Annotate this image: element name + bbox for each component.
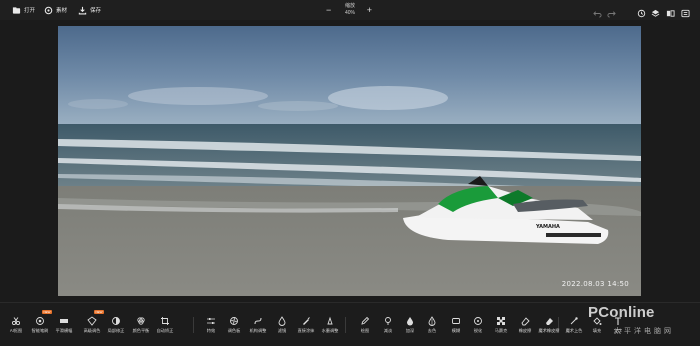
tool-label: 自动矫正 [156,328,174,333]
tool-label: 绘图 [360,328,370,333]
contrast-icon [111,313,121,325]
tool-crop[interactable]: 自动矫正 [151,313,179,341]
tool-label: 模糊 [451,328,461,333]
zoom-out-button[interactable]: − [326,4,331,16]
tool-label: 加深 [405,328,415,333]
history-icon[interactable] [637,5,646,18]
material-button[interactable]: 素材 [44,4,67,16]
ink-icon [325,313,335,325]
folder-icon [12,6,21,14]
redo-icon[interactable] [607,5,616,18]
zoom-control: − 缩放 40% + [322,1,378,19]
scissors-icon [11,313,21,326]
tool-label: 机构调整 [249,328,267,333]
dodge-icon [383,313,393,325]
download-icon [78,6,87,14]
tool-label: 减淡 [383,328,393,333]
material-label: 素材 [56,8,68,14]
material-icon [44,6,53,14]
tool-label: 马赛克 [494,328,508,333]
tool-label: 局部修正 [107,328,125,333]
mosaic-icon [496,313,506,325]
save-button[interactable]: 保存 [78,4,101,16]
tool-label: 直接涂抹 [297,328,315,333]
smudge-icon [301,313,311,325]
save-label: 保存 [90,8,102,14]
zoom-in-button[interactable]: + [367,4,372,16]
zoom-label: 缩放 [344,3,355,9]
tool-label: 调色板 [227,328,241,333]
drop-icon [277,313,287,326]
desaturate-icon [427,313,437,326]
open-label: 打开 [24,8,36,14]
tool-label: 特效 [206,328,216,333]
sliders-icon [206,313,216,324]
burn-icon [405,313,415,326]
toolbar-divider [193,317,194,333]
pencil-icon [360,313,370,325]
jetski-brand-text: YAMAHA [535,224,560,230]
banner-icon [59,313,69,323]
crop-icon [160,313,170,325]
eraser-icon [520,313,530,326]
undo-icon[interactable] [593,5,602,18]
top-toolbar: 打开 素材 保存 − 缩放 40% + [0,0,700,20]
tool-label: 橡皮擦 [518,328,532,333]
tool-label: 魔术橡皮擦 [538,328,560,333]
watermark: PConline 太平洋电脑网 [588,304,696,344]
photo-canvas[interactable]: YAMAHA 2022.08.03 14:50 [58,26,641,296]
tool-label: 高级调色 [83,328,101,333]
watermark-logo: PConline [588,304,655,321]
tool-label: 水墨调整 [321,328,339,333]
sharpen-icon [473,313,483,325]
tool-label: 魔术上色 [565,328,583,333]
toolbar-divider [345,317,346,333]
aperture-icon [229,313,239,325]
tool-label: AI抠图 [9,328,23,333]
tool-label: 滤镜 [277,328,287,333]
brush-icon [35,313,45,325]
tool-contrast[interactable]: 局部修正 [102,313,130,341]
tool-label: 去色 [427,328,437,333]
tool-ink[interactable]: 水墨调整 [316,313,344,341]
watermark-chinese: 太平洋电脑网 [614,328,674,335]
tool-label: 颜色平衡 [132,328,150,333]
tool-banner[interactable]: 平滑横幅 [50,313,78,341]
photo-timestamp: 2022.08.03 14:50 [561,280,629,288]
compare-icon[interactable] [666,5,675,17]
tool-label: 智能笔刷 [31,328,49,333]
open-button[interactable]: 打开 [12,4,35,16]
blur-icon [451,313,461,324]
layers-icon[interactable] [651,5,660,17]
menu-icon[interactable] [681,5,690,18]
beach-photo: YAMAHA [58,26,641,296]
color-balance-icon [136,313,146,325]
palette-icon [87,313,97,326]
zoom-value: 40% [344,10,355,16]
tool-label: 平滑横幅 [55,328,73,333]
tool-magic-eraser[interactable]: 魔术橡皮擦 [535,313,563,341]
curve-icon [253,313,263,325]
magic-color-icon [569,313,579,325]
tool-label: 锐化 [473,328,483,333]
magic-eraser-icon [544,313,554,325]
